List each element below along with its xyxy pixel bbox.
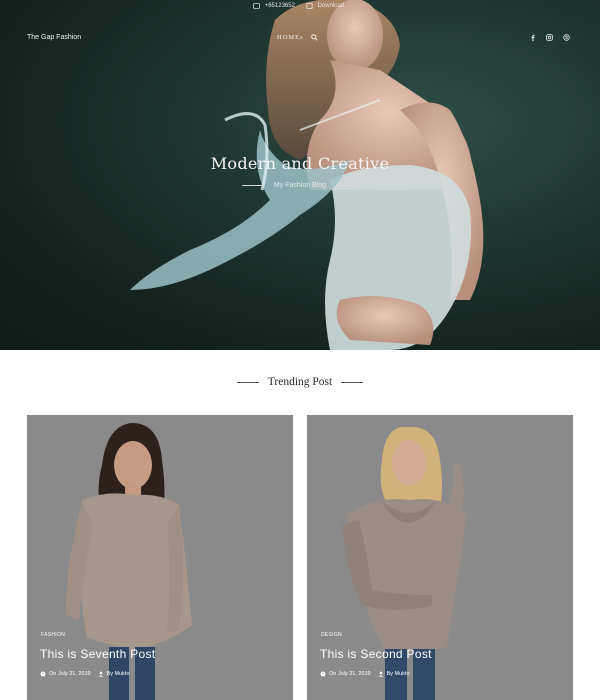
clock-icon bbox=[320, 671, 326, 677]
post-meta: On July 31, 2019 By Mukto bbox=[320, 671, 410, 677]
post-date: On July 31, 2019 bbox=[329, 671, 371, 677]
skype-icon[interactable] bbox=[563, 34, 570, 41]
user-icon bbox=[378, 671, 383, 677]
post-card[interactable]: DESIGN This is Second Post On July 31, 2… bbox=[307, 415, 573, 700]
download-label: Download bbox=[317, 3, 345, 9]
divider-right bbox=[336, 184, 359, 186]
divider-right bbox=[341, 381, 364, 383]
download-icon bbox=[306, 3, 313, 9]
phone-number: +65123652 bbox=[264, 3, 295, 9]
clock-icon bbox=[40, 671, 46, 677]
hero-subtitle: My Fashion Blog bbox=[273, 182, 327, 189]
section-heading: Trending Post bbox=[0, 376, 600, 388]
post-category[interactable]: FASHION bbox=[41, 632, 65, 638]
hero-subtitle-row: My Fashion Blog bbox=[0, 182, 600, 189]
section-title: Trending Post bbox=[267, 376, 333, 388]
post-title[interactable]: This is Seventh Post bbox=[40, 647, 155, 661]
nav-item-home[interactable]: HOMEs bbox=[277, 34, 304, 41]
post-category[interactable]: DESIGN bbox=[321, 632, 342, 638]
hero-image bbox=[130, 0, 484, 350]
whatsapp-icon bbox=[252, 3, 260, 9]
post-card[interactable]: FASHION This is Seventh Post On July 31,… bbox=[27, 415, 293, 700]
post-author[interactable]: By Mukto bbox=[387, 671, 410, 677]
divider-left bbox=[241, 184, 264, 186]
main-nav: HOMEs bbox=[277, 34, 318, 41]
site-logo[interactable]: The Gap Fashion bbox=[27, 34, 81, 41]
top-contact-bar: +65123652 Download bbox=[0, 3, 600, 11]
phone-link[interactable]: +65123652 bbox=[252, 3, 298, 9]
divider-left bbox=[236, 381, 259, 383]
hero-banner: +65123652 Download The Gap Fashion HOMEs… bbox=[0, 0, 600, 350]
post-date: On July 31, 2019 bbox=[49, 671, 91, 677]
post-author[interactable]: By Mukto bbox=[107, 671, 130, 677]
instagram-icon[interactable] bbox=[546, 34, 553, 41]
download-link[interactable]: Download bbox=[306, 3, 348, 9]
social-links bbox=[530, 34, 570, 41]
search-icon[interactable] bbox=[310, 34, 318, 41]
hero-title: Modern and Creative bbox=[210, 154, 390, 173]
post-title[interactable]: This is Second Post bbox=[320, 647, 432, 661]
post-meta: On July 31, 2019 By Mukto bbox=[40, 671, 130, 677]
user-icon bbox=[98, 671, 103, 677]
facebook-icon[interactable] bbox=[530, 34, 536, 41]
